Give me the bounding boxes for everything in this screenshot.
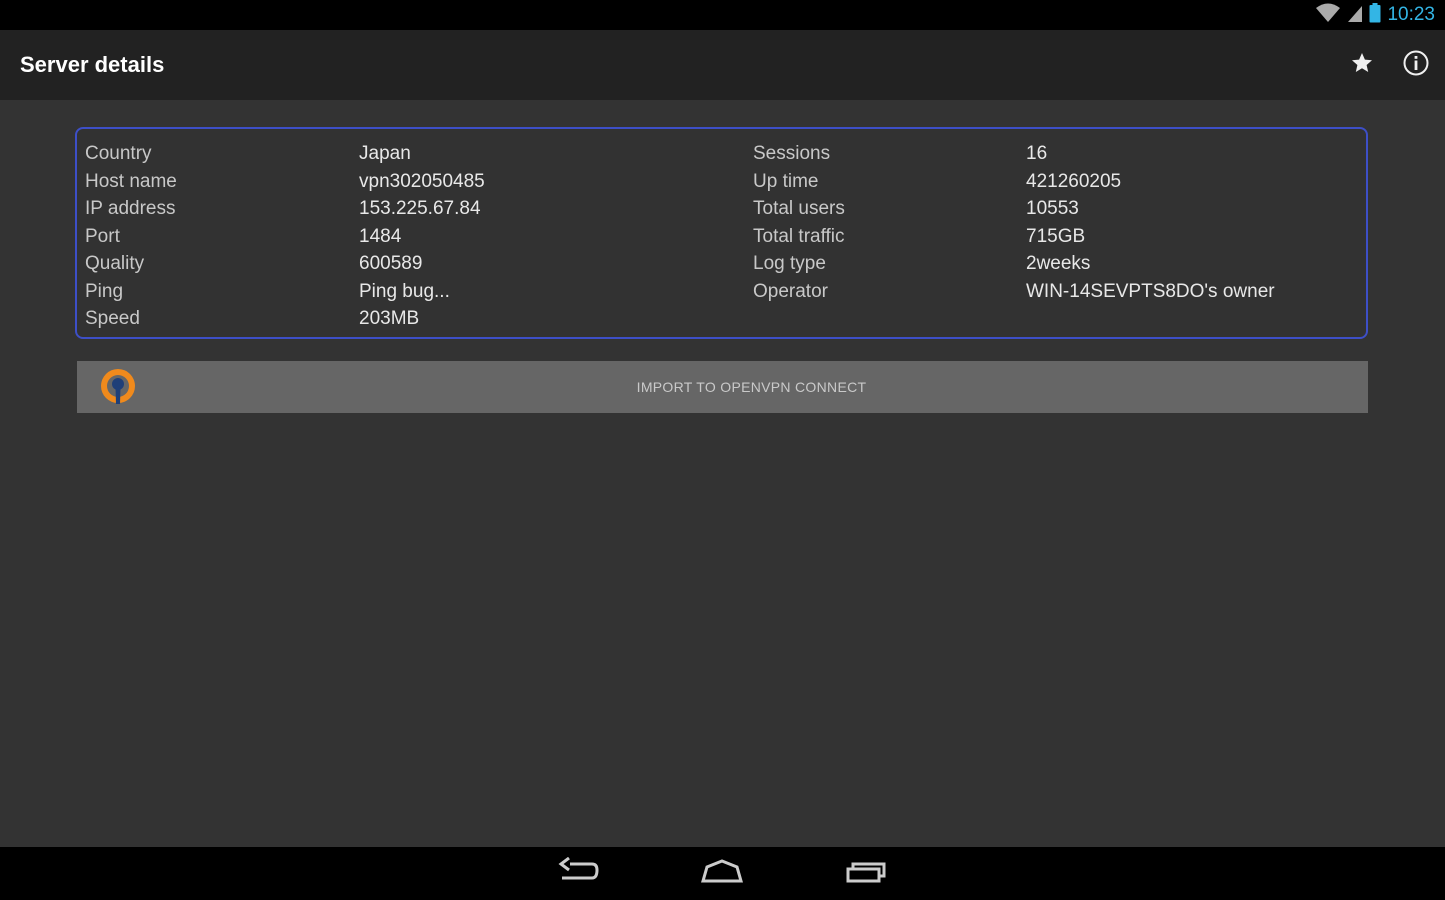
recents-button[interactable] [837, 855, 897, 893]
wifi-icon [1315, 3, 1341, 28]
detail-label-operator: Operator [753, 280, 828, 302]
detail-value-operator: WIN-14SEVPTS8DO's owner [1026, 280, 1275, 302]
import-button-label: IMPORT TO OPENVPN CONNECT [636, 379, 867, 395]
signal-icon [1347, 3, 1363, 28]
detail-value-ping: Ping bug... [359, 280, 450, 302]
home-button[interactable] [692, 855, 752, 893]
detail-value-country: Japan [359, 143, 411, 164]
back-icon [556, 856, 600, 892]
details-labels-right: Sessions Up time Total users Total traff… [753, 140, 845, 305]
detail-value-total-traffic: 715GB [1026, 225, 1086, 247]
page-title: Server details [20, 52, 165, 77]
detail-value-speed: 203MB [359, 308, 420, 329]
screen: 10:23 Server details Country Host name I… [0, 0, 1445, 900]
status-icons: 10:23 [1315, 2, 1435, 28]
detail-label-up-time: Up time [753, 170, 819, 192]
detail-value-port: 1484 [359, 225, 402, 247]
detail-label-speed: Speed [85, 308, 140, 329]
detail-value-sessions: 16 [1026, 143, 1048, 164]
detail-label-ip-address: IP address [85, 198, 176, 219]
detail-value-up-time: 421260205 [1026, 170, 1122, 192]
server-details-card: Country Host name IP address Port Qualit… [75, 127, 1368, 339]
detail-label-ping: Ping [85, 280, 124, 302]
details-values-right: 16 421260205 10553 715GB 2weeks WIN-14SE… [1026, 140, 1275, 305]
import-to-openvpn-button[interactable]: IMPORT TO OPENVPN CONNECT [77, 361, 1368, 413]
detail-label-port: Port [85, 225, 120, 247]
detail-label-quality: Quality [85, 253, 145, 274]
details-labels-left: Country Host name IP address Port Qualit… [85, 140, 177, 333]
status-bar: 10:23 [0, 0, 1445, 30]
detail-value-quality: 600589 [359, 253, 423, 274]
favorite-button[interactable] [1344, 47, 1380, 83]
detail-label-total-traffic: Total traffic [753, 225, 845, 247]
home-icon [700, 857, 744, 892]
action-bar: Server details [0, 30, 1445, 100]
navigation-bar [0, 847, 1445, 900]
details-values-left: Japan vpn302050485 153.225.67.84 1484 60… [359, 140, 485, 333]
back-button[interactable] [548, 855, 608, 893]
detail-value-ip-address: 153.225.67.84 [359, 198, 481, 219]
detail-label-total-users: Total users [753, 198, 845, 219]
detail-label-country: Country [85, 143, 152, 164]
detail-label-sessions: Sessions [753, 143, 831, 164]
detail-value-total-users: 10553 [1026, 198, 1079, 219]
info-button[interactable] [1398, 47, 1434, 83]
battery-icon [1369, 2, 1381, 28]
detail-label-host-name: Host name [85, 170, 177, 192]
recents-icon [845, 857, 889, 892]
star-icon [1350, 51, 1374, 80]
detail-value-log-type: 2weeks [1026, 253, 1091, 274]
info-icon [1402, 49, 1430, 82]
detail-value-host-name: vpn302050485 [359, 170, 485, 192]
clock: 10:23 [1387, 4, 1435, 25]
detail-label-log-type: Log type [753, 253, 826, 274]
